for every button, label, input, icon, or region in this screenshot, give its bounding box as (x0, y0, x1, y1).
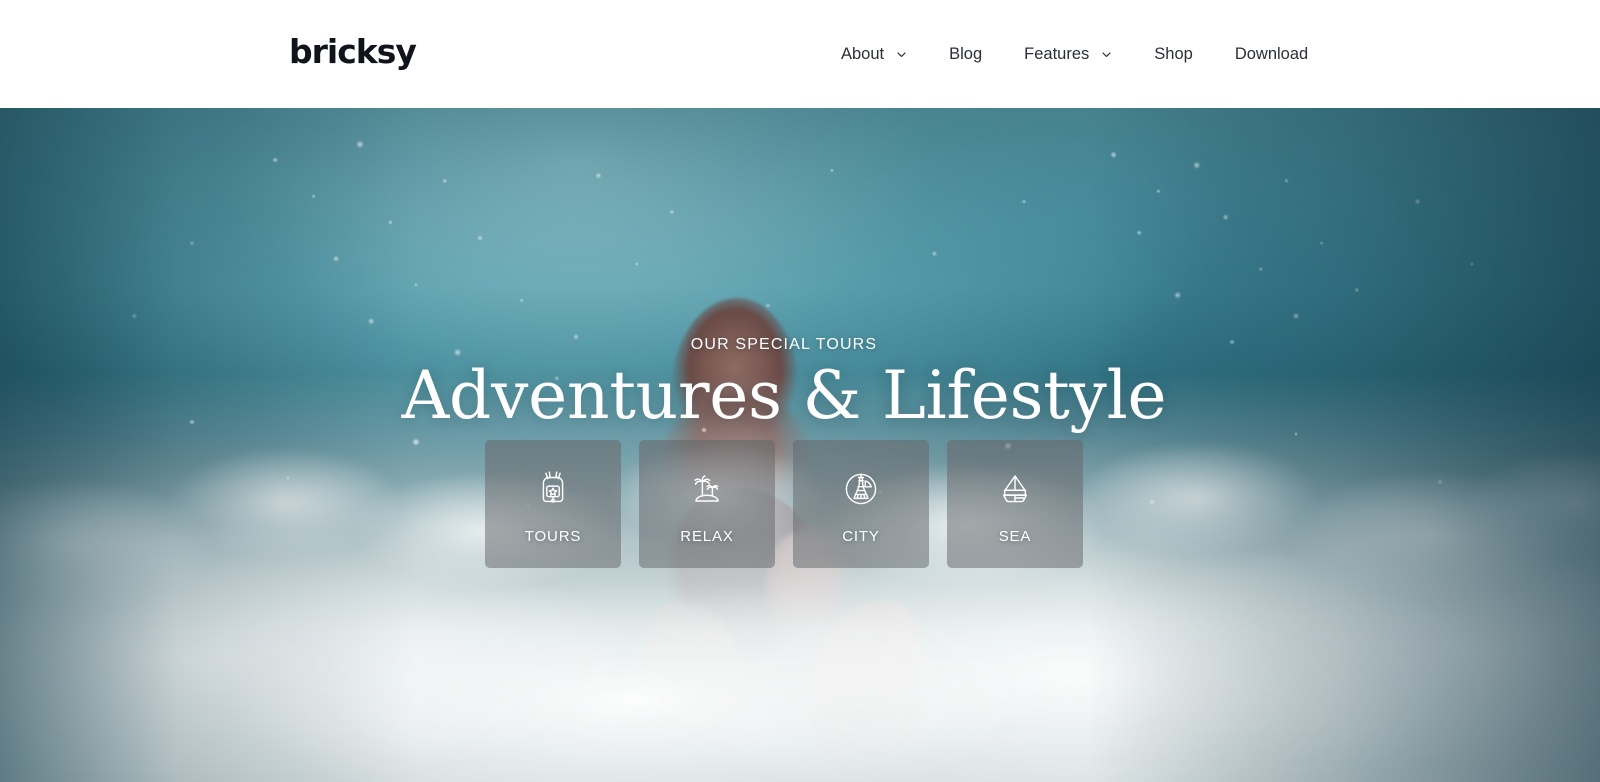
nav-item-features-label: Features (1024, 45, 1090, 63)
category-card-city-label: CITY (842, 528, 880, 545)
nav-item-download[interactable]: Download (1214, 44, 1329, 64)
category-card-tours[interactable]: TOURS (485, 440, 621, 568)
header-right-filler (1568, 0, 1600, 108)
nav-item-about-label: About (841, 45, 885, 63)
nav-item-features[interactable]: Features (1003, 44, 1133, 64)
palm-island-icon (684, 466, 730, 512)
category-card-relax-label: RELAX (680, 528, 734, 545)
eiffel-tower-circle-icon (838, 466, 884, 512)
category-card-relax[interactable]: RELAX (639, 440, 775, 568)
main-navigation: About Blog Features Shop Download (820, 0, 1329, 108)
nav-item-blog-label: Blog (949, 45, 983, 63)
category-card-city[interactable]: CITY (793, 440, 929, 568)
nav-item-shop-label: Shop (1154, 45, 1193, 63)
sailboat-icon (992, 466, 1038, 512)
category-card-sea-label: SEA (998, 528, 1032, 545)
category-card-tours-label: TOURS (524, 528, 582, 545)
chevron-down-icon[interactable] (1101, 49, 1112, 60)
chevron-down-icon[interactable] (896, 49, 907, 60)
brand-logo[interactable]: bricksy (289, 34, 417, 70)
category-card-sea[interactable]: SEA (947, 440, 1083, 568)
nav-item-download-label: Download (1234, 45, 1309, 63)
page-root: bricksy About Blog Features Shop Downloa… (0, 0, 1600, 782)
nav-item-about[interactable]: About (820, 44, 928, 64)
category-card-list: TOURS RELAX CITY SEA (0, 440, 1568, 568)
backpack-icon (530, 466, 576, 512)
site-header: bricksy About Blog Features Shop Downloa… (0, 0, 1568, 108)
hero-section: OUR SPECIAL TOURS Adventures & Lifestyle (0, 108, 1600, 782)
nav-item-shop[interactable]: Shop (1133, 44, 1214, 64)
nav-item-blog[interactable]: Blog (928, 44, 1003, 64)
